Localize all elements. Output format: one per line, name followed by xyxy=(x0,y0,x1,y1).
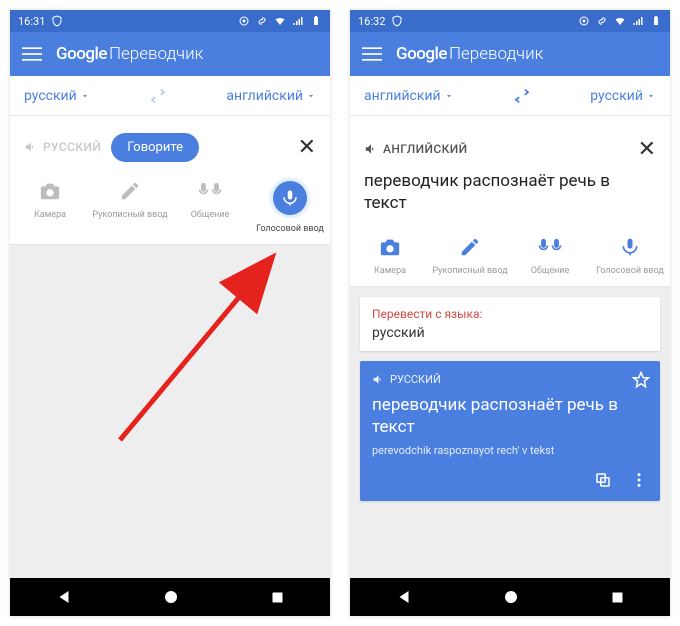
mic-icon xyxy=(281,189,299,207)
speaker-icon xyxy=(364,142,378,156)
input-zone: РУССКИЙ Говорите ✕ xyxy=(10,116,330,170)
wifi-icon xyxy=(614,15,626,27)
tool-conversation[interactable]: Общение xyxy=(510,232,590,276)
app-title: Google Переводчик xyxy=(396,44,543,64)
tool-handwrite[interactable]: Рукописный ввод xyxy=(90,176,170,234)
mic-icon xyxy=(620,237,640,257)
chevron-down-icon xyxy=(80,91,90,101)
source-language-label: РУССКИЙ xyxy=(24,140,101,154)
detect-header: Перевести с языка: xyxy=(372,307,648,321)
signal-icon xyxy=(292,15,304,27)
source-language-label[interactable]: АНГЛИЙСКИЙ xyxy=(364,142,467,156)
input-zone: АНГЛИЙСКИЙ ✕ xyxy=(350,116,670,170)
nav-home[interactable] xyxy=(503,589,519,605)
pencil-icon xyxy=(119,180,141,202)
link-icon xyxy=(256,15,268,27)
battery-icon xyxy=(310,15,322,27)
target-icon xyxy=(578,15,590,27)
copy-icon[interactable] xyxy=(594,471,612,489)
nav-recent[interactable] xyxy=(610,590,625,605)
phone-left: 16:31 Google Переводчик русский английск… xyxy=(10,10,330,616)
result-source-label[interactable]: РУССКИЙ xyxy=(372,373,648,386)
battery-icon xyxy=(650,15,662,27)
nav-bar xyxy=(350,578,670,616)
signal-icon xyxy=(632,15,644,27)
result-transliteration: perevodchik raspoznayot rech' v tekst xyxy=(372,444,648,457)
app-bar: Google Переводчик xyxy=(350,32,670,76)
lang-to[interactable]: английский xyxy=(226,88,316,104)
status-time: 16:31 xyxy=(18,15,45,28)
nav-bar xyxy=(10,578,330,616)
tool-camera[interactable]: Камера xyxy=(350,232,430,276)
star-icon[interactable] xyxy=(632,371,650,389)
lang-to[interactable]: русский xyxy=(590,88,656,104)
tool-conversation[interactable]: Общение xyxy=(170,176,250,234)
language-bar: русский английский xyxy=(10,76,330,116)
card-actions xyxy=(372,471,648,489)
language-bar: английский русский xyxy=(350,76,670,116)
chevron-down-icon xyxy=(306,91,316,101)
app-title: Google Переводчик xyxy=(56,44,203,64)
two-mic-icon xyxy=(537,236,563,258)
tools-row: Камера Рукописный ввод Общение Голосовой… xyxy=(350,226,670,287)
link-icon xyxy=(596,15,608,27)
detect-language-card[interactable]: Перевести с языка: русский xyxy=(360,297,660,351)
menu-icon[interactable] xyxy=(22,44,42,64)
phone-right: 16:32 Google Переводчик английский русск… xyxy=(350,10,670,616)
detect-language: русский xyxy=(372,325,648,341)
lang-from[interactable]: русский xyxy=(24,88,90,104)
speak-chip: Говорите xyxy=(111,133,199,162)
camera-icon xyxy=(39,180,61,202)
more-icon[interactable] xyxy=(630,471,648,489)
content-area xyxy=(10,245,330,578)
speaker-icon xyxy=(24,140,38,154)
pencil-icon xyxy=(459,236,481,258)
chevron-down-icon xyxy=(444,91,454,101)
wifi-icon xyxy=(274,15,286,27)
shield-icon xyxy=(51,15,63,27)
camera-icon xyxy=(379,236,401,258)
swap-icon[interactable] xyxy=(149,87,167,105)
status-bar: 16:32 xyxy=(350,10,670,32)
speaker-icon xyxy=(372,373,385,386)
translation-card[interactable]: РУССКИЙ переводчик распознаёт речь в тек… xyxy=(360,361,660,501)
nav-recent[interactable] xyxy=(270,590,285,605)
result-text: переводчик распознаёт речь в текст xyxy=(372,394,648,438)
tool-voice[interactable]: Голосовой ввод xyxy=(590,232,670,276)
tool-camera[interactable]: Камера xyxy=(10,176,90,234)
lang-from[interactable]: английский xyxy=(364,88,454,104)
two-mic-icon xyxy=(197,180,223,202)
menu-icon[interactable] xyxy=(362,44,382,64)
content-area: Перевести с языка: русский РУССКИЙ перев… xyxy=(350,287,670,578)
clear-button[interactable]: ✕ xyxy=(298,135,316,160)
tool-handwrite[interactable]: Рукописный ввод xyxy=(430,232,510,276)
target-icon xyxy=(238,15,250,27)
input-text[interactable]: переводчик распознаёт речь в текст xyxy=(350,170,670,226)
clear-button[interactable]: ✕ xyxy=(638,137,656,162)
nav-back[interactable] xyxy=(55,588,73,606)
status-time: 16:32 xyxy=(358,15,385,28)
tools-row: Камера Рукописный ввод Общение Голосовой… xyxy=(10,170,330,245)
shield-icon xyxy=(391,15,403,27)
chevron-down-icon xyxy=(646,91,656,101)
status-bar: 16:31 xyxy=(10,10,330,32)
tool-voice[interactable]: Голосовой ввод xyxy=(250,176,330,234)
nav-back[interactable] xyxy=(395,588,413,606)
app-bar: Google Переводчик xyxy=(10,32,330,76)
nav-home[interactable] xyxy=(163,589,179,605)
swap-icon[interactable] xyxy=(513,87,531,105)
